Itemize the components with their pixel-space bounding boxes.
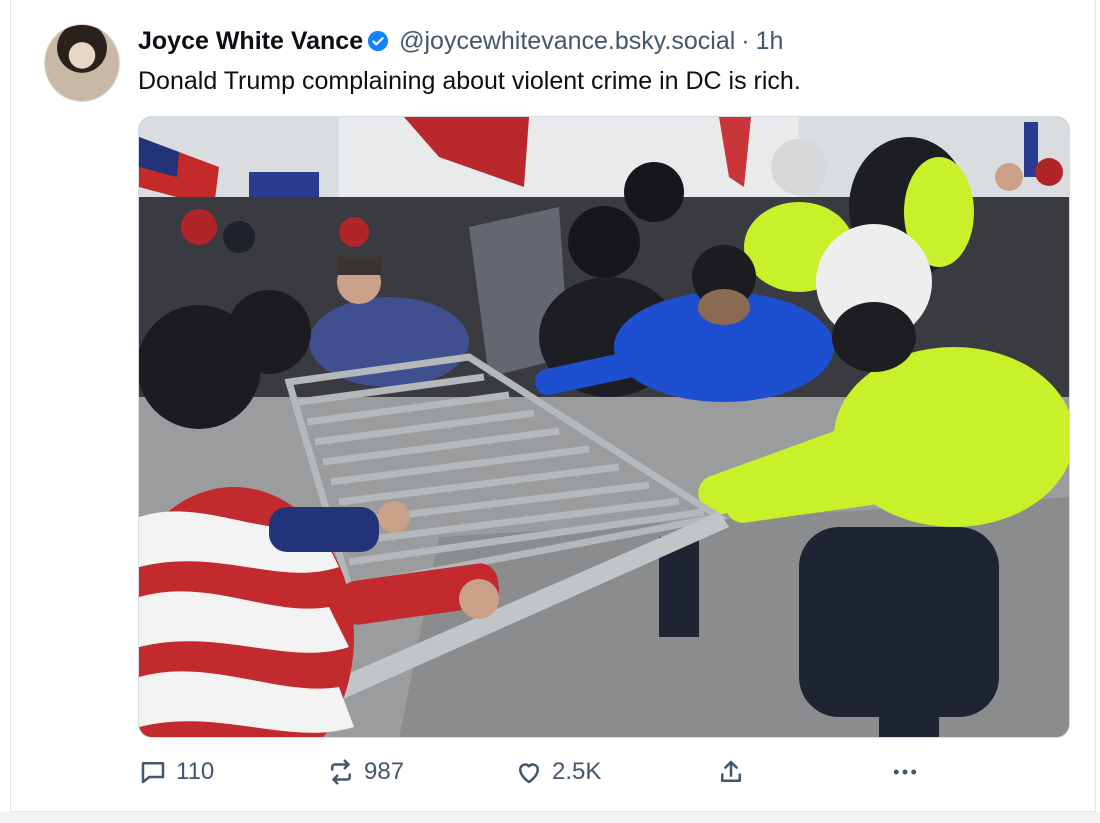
- post-time[interactable]: 1h: [756, 27, 784, 56]
- repost-count: 987: [364, 758, 405, 785]
- post-text: Donald Trump complaining about violent c…: [138, 67, 801, 95]
- post-header: Joyce White Vance @joycewhitevance.bsky.…: [138, 24, 783, 58]
- like-count: 2.5K: [552, 758, 602, 785]
- post-image[interactable]: [138, 116, 1070, 738]
- repost-icon: [331, 759, 351, 785]
- more-icon: [893, 769, 917, 775]
- author-name[interactable]: Joyce White Vance: [138, 27, 363, 56]
- author-handle[interactable]: @joycewhitevance.bsky.social: [399, 27, 735, 56]
- author-avatar[interactable]: [44, 24, 120, 102]
- post-actions: 110 987 2.5K: [138, 752, 1070, 792]
- share-button[interactable]: [716, 752, 746, 792]
- like-button[interactable]: 2.5K: [514, 752, 601, 792]
- reply-count: 110: [176, 758, 215, 785]
- verified-badge-icon: [368, 30, 389, 52]
- feed-separator: [0, 812, 1100, 823]
- reply-icon: [141, 762, 165, 784]
- post-photo-illustration: [139, 117, 1069, 737]
- like-icon: [519, 763, 539, 784]
- repost-button[interactable]: 987: [326, 752, 404, 792]
- reply-button[interactable]: 110: [138, 752, 214, 792]
- separator-dot: ·: [741, 26, 750, 55]
- more-options-button[interactable]: [890, 752, 920, 792]
- share-icon: [721, 760, 741, 782]
